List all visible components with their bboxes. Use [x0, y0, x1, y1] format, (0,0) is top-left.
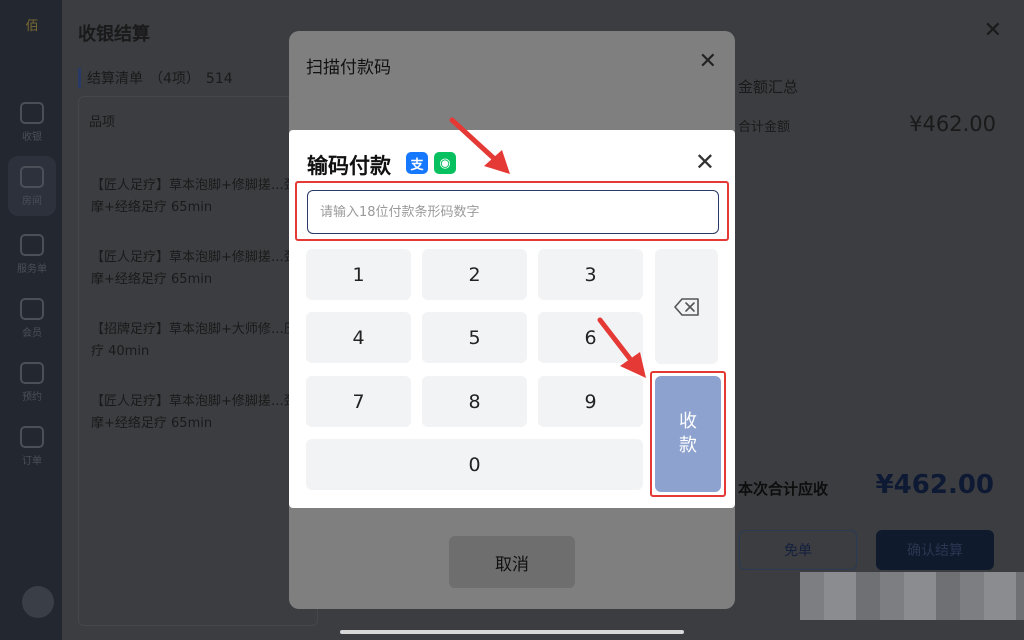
nav-rail: 佰 收银 房间 服务单 会员 预约 订单	[0, 0, 62, 640]
summary-title: 金额汇总	[738, 78, 799, 96]
close-icon[interactable]: ✕	[984, 18, 1002, 43]
page-title: 收银结算	[78, 24, 150, 45]
nav-item-label: 收银	[22, 131, 42, 143]
due-label: 本次合计应收	[738, 480, 829, 498]
collect-payment-button[interactable]: 收款	[655, 376, 721, 492]
settlement-list-heading: 结算清单 （4项） 514	[78, 68, 233, 88]
code-entry-modal: 输码付款 支 ◉ ✕ 1 2 3 4 5 6 7 8 9 0 收款	[289, 130, 735, 508]
close-icon[interactable]: ✕	[699, 49, 717, 74]
collect-highlight-box: 收款	[650, 371, 726, 497]
nav-item-cashier[interactable]: 收银	[8, 92, 56, 152]
home-indicator[interactable]	[340, 630, 684, 634]
nav-item-rooms[interactable]: 房间	[8, 156, 56, 216]
nav-item-orders[interactable]: 订单	[8, 416, 56, 476]
alipay-icon: 支	[406, 152, 428, 174]
list-item[interactable]: 【匠人足疗】草本泡脚+修脚搓…颈按摩+经络足疗 65min	[91, 391, 317, 435]
summary-label: 合计金额	[738, 120, 791, 135]
avatar[interactable]	[22, 586, 54, 618]
calendar-icon	[20, 361, 44, 384]
settlement-list: 品项 【匠人足疗】草本泡脚+修脚搓…颈按摩+经络足疗 65min 【匠人足疗】草…	[78, 96, 318, 626]
close-icon[interactable]: ✕	[695, 148, 715, 176]
list-total: 514	[205, 71, 233, 87]
backspace-icon	[673, 297, 699, 316]
keypad-key-6[interactable]: 6	[538, 312, 643, 363]
list-item[interactable]: 【招牌足疗】草本泡脚+大师修…压足疗 40min	[91, 319, 317, 363]
home-icon	[20, 165, 44, 188]
keypad-key-0[interactable]: 0	[306, 439, 643, 490]
app-logo: 佰	[25, 19, 39, 34]
keypad-key-8[interactable]: 8	[422, 376, 527, 427]
summary-value: ¥462.00	[909, 112, 996, 136]
keypad-key-1[interactable]: 1	[306, 249, 411, 300]
code-modal-title: 输码付款	[307, 154, 391, 178]
nav-item-service-orders[interactable]: 服务单	[8, 224, 56, 284]
list-item[interactable]: 【匠人足疗】草本泡脚+修脚搓…颈按摩+经络足疗 65min	[91, 247, 317, 291]
keypad-key-4[interactable]: 4	[306, 312, 411, 363]
collect-button-label: 收款	[679, 411, 697, 456]
keypad-key-9[interactable]: 9	[538, 376, 643, 427]
tv-icon	[20, 101, 44, 124]
backspace-button[interactable]	[655, 249, 718, 364]
keypad-key-3[interactable]: 3	[538, 249, 643, 300]
user-icon	[20, 297, 44, 320]
nav-item-label: 预约	[22, 391, 42, 403]
list-icon	[20, 425, 44, 448]
keypad-key-5[interactable]: 5	[422, 312, 527, 363]
cancel-button[interactable]: 取消	[449, 536, 575, 588]
payment-code-input[interactable]	[307, 190, 719, 234]
confirm-settlement-button[interactable]: 确认结算	[876, 530, 994, 570]
column-header-item: 品项	[89, 115, 116, 130]
due-value: ¥462.00	[875, 470, 994, 500]
nav-item-members[interactable]: 会员	[8, 288, 56, 348]
nav-item-label: 会员	[22, 327, 42, 339]
blurred-region	[800, 572, 1024, 620]
nav-item-label: 服务单	[17, 263, 47, 275]
keypad-key-7[interactable]: 7	[306, 376, 411, 427]
input-highlight-box	[295, 181, 729, 241]
keypad-key-2[interactable]: 2	[422, 249, 527, 300]
list-count: （4项）	[149, 71, 200, 87]
nav-item-label: 订单	[22, 455, 42, 467]
scan-modal-title: 扫描付款码	[306, 58, 391, 78]
calendar-icon	[20, 233, 44, 256]
nav-item-label: 房间	[22, 195, 42, 207]
list-heading-label: 结算清单	[87, 71, 143, 87]
free-order-button[interactable]: 免单	[739, 530, 857, 570]
nav-item-booking[interactable]: 预约	[8, 352, 56, 412]
list-item[interactable]: 【匠人足疗】草本泡脚+修脚搓…颈按摩+经络足疗 65min	[91, 175, 317, 219]
wechat-pay-icon: ◉	[434, 152, 456, 174]
